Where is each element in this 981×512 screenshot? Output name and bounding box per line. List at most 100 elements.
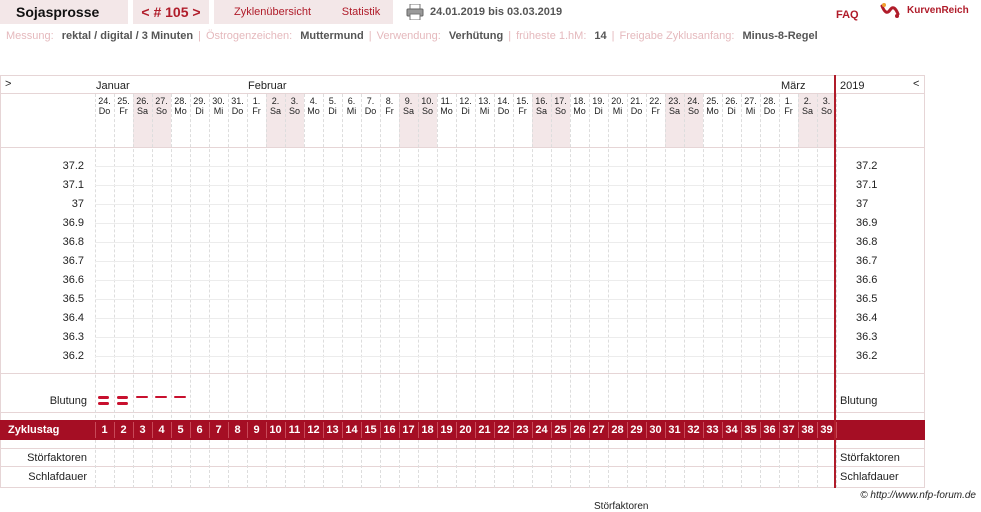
cycle-day-number[interactable]: 35 xyxy=(741,424,760,436)
cycle-day-number[interactable]: 4 xyxy=(152,424,171,436)
cycle-bar-separator xyxy=(418,422,419,438)
day-date: 22. xyxy=(649,96,662,106)
day-date: 31. xyxy=(231,96,244,106)
cycle-day-number[interactable]: 3 xyxy=(133,424,152,436)
cycle-day-number[interactable]: 37 xyxy=(779,424,798,436)
day-label: 3. So xyxy=(285,96,304,116)
cycle-day-number[interactable]: 9 xyxy=(247,424,266,436)
cycle-day-number[interactable]: 2 xyxy=(114,424,133,436)
day-weekday: Fr xyxy=(784,106,793,116)
cycle-bar-separator xyxy=(646,422,647,438)
copyright[interactable]: © http://www.nfp-forum.de xyxy=(860,490,976,501)
cycle-day-number[interactable]: 39 xyxy=(817,424,836,436)
day-label: 15. Fr xyxy=(513,96,532,116)
cycle-day-number[interactable]: 6 xyxy=(190,424,209,436)
cycle-bar-separator xyxy=(570,422,571,438)
cycle-navigator[interactable]: < # 105 > xyxy=(133,0,209,24)
cycle-day-number[interactable]: 20 xyxy=(456,424,475,436)
temp-gridline xyxy=(95,337,835,338)
cycle-day-number[interactable]: 8 xyxy=(228,424,247,436)
freigabe-value: Minus-8-Regel xyxy=(742,30,818,42)
cycle-day-number[interactable]: 1 xyxy=(95,424,114,436)
kurvenreich-logo-text[interactable]: KurvenReich xyxy=(907,5,969,16)
day-weekday: So xyxy=(421,106,433,116)
day-label: 24. Do xyxy=(95,96,114,116)
temp-label-right: 36.6 xyxy=(856,274,878,286)
cycle-day-number[interactable]: 32 xyxy=(684,424,703,436)
settings-info-line: Messung: rektal / digital / 3 Minuten | Öst… xyxy=(6,30,818,42)
cycle-day-number[interactable]: 21 xyxy=(475,424,494,436)
cycle-bar-separator xyxy=(209,422,210,438)
chart-nav-left[interactable]: > xyxy=(5,78,11,90)
day-weekday: Di xyxy=(328,106,337,116)
day-weekday: Do xyxy=(763,106,776,116)
cycle-bar-separator xyxy=(494,422,495,438)
temp-label-right: 37.2 xyxy=(856,160,878,172)
day-label: 29. Di xyxy=(190,96,209,116)
temp-gridline xyxy=(95,242,835,243)
day-weekday: Mo xyxy=(174,106,187,116)
day-weekday: Di xyxy=(594,106,603,116)
day-weekday: Do xyxy=(497,106,510,116)
cycle-day-number[interactable]: 18 xyxy=(418,424,437,436)
kurvenreich-logo-icon[interactable] xyxy=(880,2,900,20)
day-weekday: Mi xyxy=(745,106,756,116)
day-date: 1. xyxy=(784,96,793,106)
cycle-day-number[interactable]: 5 xyxy=(171,424,190,436)
cycle-day-number[interactable]: 15 xyxy=(361,424,380,436)
day-weekday: Mi xyxy=(479,106,490,116)
cycle-day-number[interactable]: 26 xyxy=(570,424,589,436)
cycle-day-number[interactable]: 30 xyxy=(646,424,665,436)
bleeding-heavy-mark xyxy=(98,396,109,399)
cycle-day-number[interactable]: 28 xyxy=(608,424,627,436)
cycle-day-number[interactable]: 38 xyxy=(798,424,817,436)
cycle-day-number[interactable]: 22 xyxy=(494,424,513,436)
verwendung-label: Verwendung: xyxy=(376,30,441,42)
day-label: 20. Mi xyxy=(608,96,627,116)
day-date: 12. xyxy=(459,96,472,106)
cycle-day-number[interactable]: 19 xyxy=(437,424,456,436)
temp-label-left: 37.2 xyxy=(62,160,84,172)
cycle-day-number[interactable]: 36 xyxy=(760,424,779,436)
cycle-day-number[interactable]: 25 xyxy=(551,424,570,436)
day-date: 23. xyxy=(668,96,681,106)
cycle-day-number[interactable]: 27 xyxy=(589,424,608,436)
cycle-day-number[interactable]: 7 xyxy=(209,424,228,436)
cycle-day-number[interactable]: 12 xyxy=(304,424,323,436)
cycle-bar-separator xyxy=(228,422,229,438)
day-date: 18. xyxy=(573,96,586,106)
cycle-day-number[interactable]: 33 xyxy=(703,424,722,436)
day-label: 17. So xyxy=(551,96,570,116)
temp-label-left: 36.3 xyxy=(62,331,84,343)
cycle-day-number[interactable]: 34 xyxy=(722,424,741,436)
oestro-value: Muttermund xyxy=(300,30,364,42)
grid-divider xyxy=(0,466,925,467)
cycle-day-number[interactable]: 14 xyxy=(342,424,361,436)
cycle-day-number[interactable]: 24 xyxy=(532,424,551,436)
cycle-bar-separator xyxy=(779,422,780,438)
cycle-day-number[interactable]: 17 xyxy=(399,424,418,436)
cycle-day-number[interactable]: 29 xyxy=(627,424,646,436)
temp-label-right: 36.8 xyxy=(856,236,878,248)
day-date: 14. xyxy=(497,96,510,106)
faq-link[interactable]: FAQ xyxy=(836,9,859,21)
day-date: 5. xyxy=(328,96,337,106)
statistics-link[interactable]: Statistik xyxy=(329,0,393,24)
cycle-day-number[interactable]: 31 xyxy=(665,424,684,436)
cycle-day-number[interactable]: 23 xyxy=(513,424,532,436)
printer-icon[interactable] xyxy=(406,4,424,20)
cycle-overview-link[interactable]: Zyklenübersicht xyxy=(214,0,331,24)
temp-label-left: 36.7 xyxy=(62,255,84,267)
day-weekday: Sa xyxy=(535,106,547,116)
cycle-day-number[interactable]: 13 xyxy=(323,424,342,436)
cycle-bar-separator xyxy=(627,422,628,438)
day-date: 3. xyxy=(290,96,299,106)
day-label: 5. Di xyxy=(323,96,342,116)
cycle-day-number[interactable]: 16 xyxy=(380,424,399,436)
temp-label-right: 36.3 xyxy=(856,331,878,343)
chart-nav-right[interactable]: < xyxy=(913,78,919,90)
cycle-day-number[interactable]: 10 xyxy=(266,424,285,436)
hm-label: früheste 1.hM: xyxy=(516,30,587,42)
cycle-day-number[interactable]: 11 xyxy=(285,424,304,436)
cycle-bar-separator xyxy=(304,422,305,438)
